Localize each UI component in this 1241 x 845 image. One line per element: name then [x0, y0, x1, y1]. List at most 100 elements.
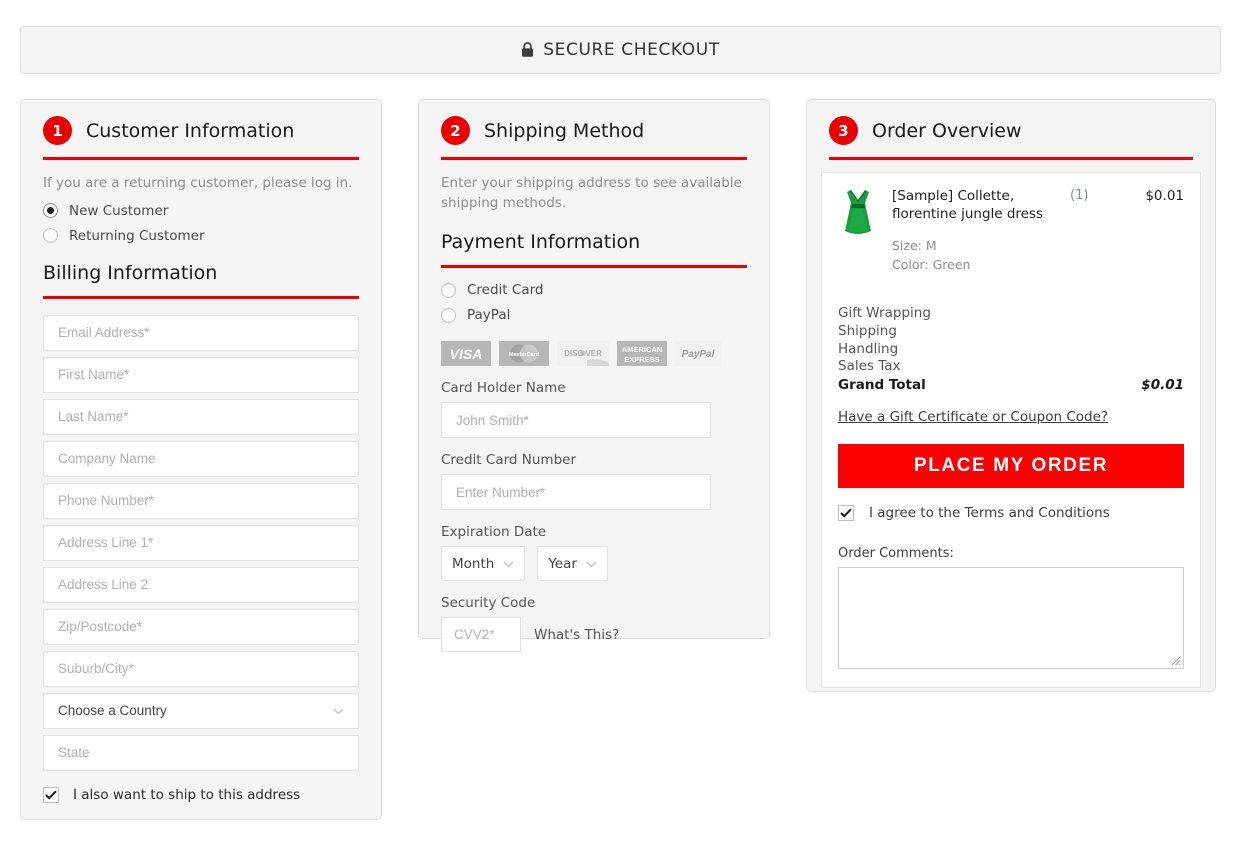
- checkout-page: SECURE CHECKOUT 1 Customer Information I…: [0, 0, 1241, 845]
- phone-number-field-placeholder: Phone Number*: [58, 493, 155, 509]
- svg-text:AMERICAN: AMERICAN: [622, 345, 662, 354]
- address-line-1-field[interactable]: Address Line 1*: [43, 524, 359, 561]
- grand-total-value: $0.01: [1141, 377, 1184, 394]
- card-number-label: Credit Card Number: [441, 452, 576, 469]
- svg-text:EXPRESS: EXPRESS: [624, 355, 659, 364]
- last-name-field-placeholder: Last Name*: [58, 409, 129, 425]
- ship-to-this-address-checkbox[interactable]: [43, 786, 59, 803]
- terms-checkbox[interactable]: [838, 505, 854, 521]
- ship-to-this-address-label: I also want to ship to this address: [73, 786, 301, 803]
- radio-credit-card-indicator[interactable]: [441, 282, 456, 298]
- shipping-method-panel: 2 Shipping Method Enter your shipping ad…: [418, 99, 770, 653]
- first-name-field-placeholder: First Name*: [58, 367, 130, 383]
- address-line-2-field[interactable]: Address Line 2: [43, 566, 359, 603]
- place-my-order-button[interactable]: PLACE MY ORDER: [838, 444, 1184, 488]
- terms-agreement-row[interactable]: I agree to the Terms and Conditions: [838, 505, 1184, 521]
- login-note: If you are a returning customer, please …: [43, 175, 353, 191]
- zip-postcode-field[interactable]: Zip/Postcode*: [43, 608, 359, 645]
- zip-postcode-placeholder: Zip/Postcode*: [58, 619, 143, 635]
- radio-new-customer-indicator[interactable]: [43, 203, 58, 219]
- billing-information-heading: Billing Information: [43, 261, 218, 284]
- resize-grip-icon[interactable]: [1170, 655, 1181, 666]
- phone-number-field[interactable]: Phone Number*: [43, 482, 359, 519]
- cvv-field[interactable]: CVV2*: [441, 617, 521, 653]
- radio-returning-customer-indicator[interactable]: [43, 228, 58, 244]
- total-label: Gift Wrapping: [838, 304, 931, 321]
- shipping-panel-header: 2 Shipping Method: [441, 100, 747, 145]
- whats-this-link[interactable]: What's This?: [534, 627, 619, 643]
- shipping-panel-title: Shipping Method: [484, 119, 645, 142]
- order-summary-box: [Sample] Collette, florentine jungle dre…: [821, 172, 1201, 688]
- country-select-value: Choose a Country: [58, 703, 167, 719]
- last-name-field[interactable]: Last Name*: [43, 398, 359, 435]
- chevron-down-icon: [503, 556, 514, 572]
- country-select[interactable]: Choose a Country: [43, 692, 359, 729]
- radio-paypal[interactable]: PayPal: [441, 307, 747, 323]
- ship-to-this-address-row[interactable]: I also want to ship to this address: [43, 786, 359, 803]
- company-name-field-placeholder: Company Name: [58, 451, 156, 467]
- expiration-month-select[interactable]: Month: [441, 546, 526, 582]
- card-holder-field[interactable]: John Smith*: [441, 402, 711, 439]
- suburb-city-placeholder: Suburb/City*: [58, 661, 134, 677]
- total-row-shipping: Shipping: [838, 323, 1184, 341]
- chevron-down-icon: [586, 556, 597, 572]
- company-name-field[interactable]: Company Name: [43, 440, 359, 477]
- total-label: Shipping: [838, 322, 897, 339]
- radio-paypal-indicator[interactable]: [441, 307, 456, 323]
- order-comments-label: Order Comments:: [838, 546, 954, 561]
- paypal-icon: PayPal: [675, 341, 721, 367]
- state-field[interactable]: State: [43, 734, 359, 771]
- expiration-date-label: Expiration Date: [441, 524, 547, 541]
- address-line-1-placeholder: Address Line 1*: [58, 535, 154, 551]
- email-field-placeholder: Email Address*: [58, 325, 150, 341]
- email-field[interactable]: Email Address*: [43, 314, 359, 351]
- product-option-color: Color: Green: [892, 257, 971, 273]
- coupon-code-link[interactable]: Have a Gift Certificate or Coupon Code?: [838, 409, 1108, 425]
- shipping-note: Enter your shipping address to see avail…: [441, 175, 742, 211]
- radio-returning-customer[interactable]: Returning Customer: [43, 228, 359, 244]
- order-overview-panel: 3 Order Overview [Sample] Collette, flor…: [806, 99, 1216, 692]
- order-product-row: [Sample] Collette, florentine jungle dre…: [838, 187, 1184, 275]
- cvv-placeholder: CVV2*: [454, 627, 495, 643]
- order-totals: Gift Wrapping Shipping Handling Sales Ta…: [838, 305, 1184, 395]
- customer-information-panel: 1 Customer Information If you are a retu…: [20, 99, 382, 820]
- shipping-header-rule: [441, 157, 747, 160]
- step-badge-3: 3: [829, 116, 858, 145]
- order-comments-textarea[interactable]: [838, 567, 1184, 669]
- order-header-rule: [829, 157, 1193, 160]
- expiration-year-select[interactable]: Year: [537, 546, 608, 582]
- svg-text:PayPal: PayPal: [682, 349, 715, 360]
- first-name-field[interactable]: First Name*: [43, 356, 359, 393]
- state-field-placeholder: State: [58, 745, 90, 761]
- secure-checkout-banner: SECURE CHECKOUT: [20, 26, 1221, 74]
- svg-text:MasterCard: MasterCard: [509, 352, 539, 358]
- total-row-gift-wrapping: Gift Wrapping: [838, 305, 1184, 323]
- payment-information-heading: Payment Information: [441, 231, 641, 254]
- security-code-label: Security Code: [441, 595, 536, 612]
- mastercard-icon: MasterCard: [499, 341, 549, 367]
- product-quantity: (1): [1070, 188, 1089, 203]
- visa-icon: VISA: [441, 341, 491, 367]
- payment-heading-rule: [441, 265, 747, 269]
- suburb-city-field[interactable]: Suburb/City*: [43, 650, 359, 687]
- total-row-grand-total: Grand Total $0.01: [838, 377, 1184, 395]
- customer-panel-title: Customer Information: [86, 119, 295, 142]
- card-number-field[interactable]: Enter Number*: [441, 474, 711, 511]
- customer-panel-header: 1 Customer Information: [43, 100, 359, 145]
- card-holder-placeholder: John Smith*: [456, 412, 529, 428]
- chevron-down-icon: [333, 703, 344, 718]
- radio-credit-card[interactable]: Credit Card: [441, 282, 747, 298]
- total-label: Sales Tax: [838, 358, 901, 375]
- american-express-icon: AMERICAN EXPRESS: [617, 341, 667, 367]
- lock-icon: [521, 42, 534, 58]
- step-badge-2: 2: [441, 116, 470, 145]
- radio-new-customer[interactable]: New Customer: [43, 203, 359, 219]
- radio-returning-customer-label: Returning Customer: [69, 227, 205, 244]
- customer-header-rule: [43, 157, 359, 160]
- total-label: Handling: [838, 340, 899, 357]
- product-option-size: Size: M: [892, 238, 937, 254]
- radio-new-customer-label: New Customer: [69, 202, 169, 219]
- discover-icon: DISC VER: [557, 341, 609, 367]
- green-dress-thumbnail: [838, 187, 878, 275]
- address-line-2-placeholder: Address Line 2: [58, 577, 149, 593]
